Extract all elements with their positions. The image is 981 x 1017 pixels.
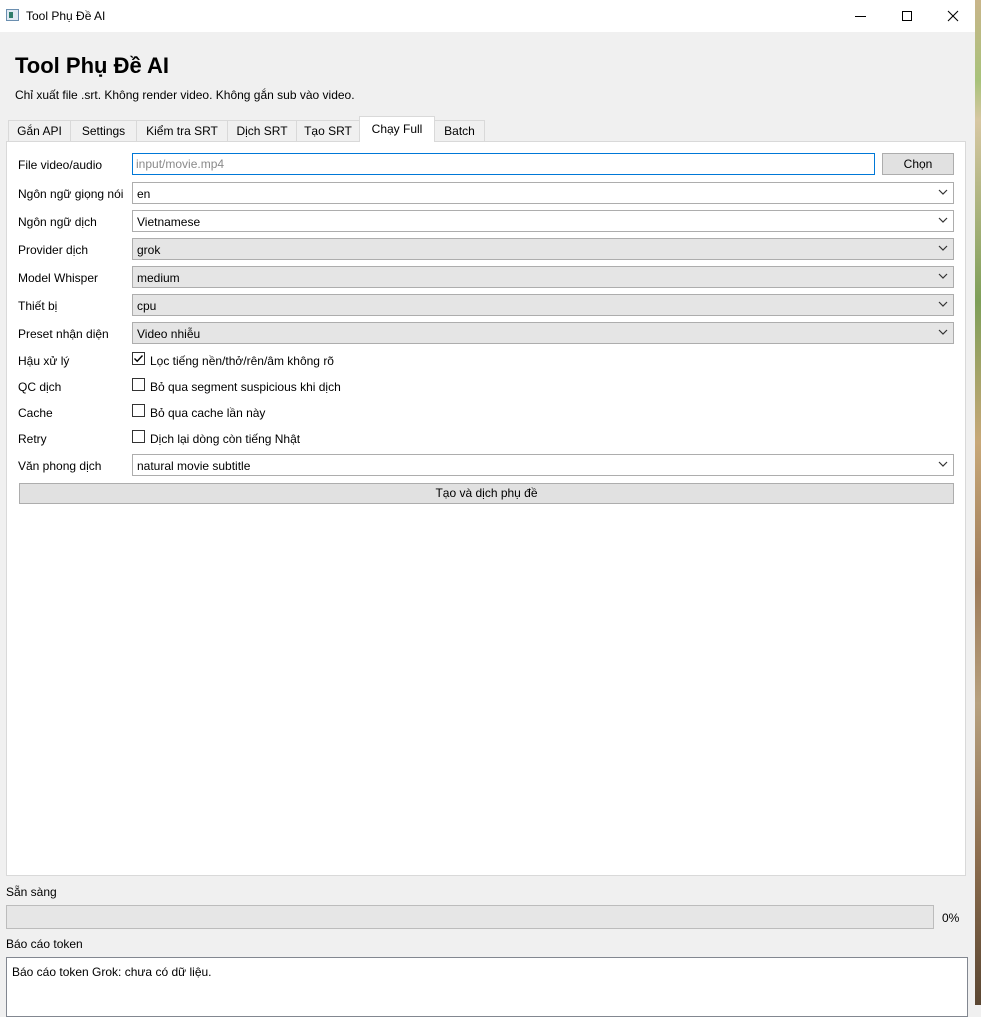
token-report-box[interactable]: Báo cáo token Grok: chưa có dữ liệu. [6,957,968,1017]
chevron-down-icon [938,245,948,251]
tab-kiem-tra-srt[interactable]: Kiểm tra SRT [136,120,228,141]
retry-label: Retry [18,432,47,446]
token-report-label: Báo cáo token [6,937,83,951]
title-bar: Tool Phụ Đề AI [0,0,975,32]
target-language-select[interactable]: Vietnamese [132,210,954,232]
model-select[interactable]: medium [132,266,954,288]
tab-tao-srt[interactable]: Tạo SRT [296,120,360,141]
device-value: cpu [137,299,157,313]
postprocess-text: Lọc tiếng nền/thở/rên/âm không rõ [150,354,334,368]
progress-percent: 0% [942,911,960,925]
chevron-down-icon [938,217,948,223]
tab-gan-api[interactable]: Gắn API [8,120,71,141]
choose-file-button[interactable]: Chọn [882,153,954,175]
chevron-down-icon [938,301,948,307]
provider-label: Provider dịch [18,243,89,257]
minimize-icon [855,16,866,17]
postprocess-label: Hậu xử lý [18,354,70,368]
retry-text: Dịch lại dòng còn tiếng Nhật [150,432,301,446]
device-label: Thiết bị [18,299,58,313]
run-full-button[interactable]: Tạo và dịch phụ đề [19,483,954,504]
provider-value: grok [137,243,161,257]
preset-value: Video nhiễu [137,327,201,341]
qc-text: Bỏ qua segment suspicious khi dịch [150,380,341,394]
tab-settings[interactable]: Settings [70,120,137,141]
checkmark-icon [134,355,144,363]
device-select[interactable]: cpu [132,294,954,316]
source-language-select[interactable]: en [132,182,954,204]
tab-batch[interactable]: Batch [434,120,485,141]
close-icon [947,10,959,22]
model-value: medium [137,271,180,285]
token-report-text: Báo cáo token Grok: chưa có dữ liệu. [12,965,212,979]
chevron-down-icon [938,273,948,279]
preset-label: Preset nhận diện [18,327,109,341]
chevron-down-icon [938,189,948,195]
style-label: Văn phong dịch [18,459,102,473]
retry-checkbox[interactable] [132,430,145,443]
tab-chay-full[interactable]: Chạy Full [359,116,435,142]
cache-label: Cache [18,406,53,420]
desktop-background [975,0,981,1005]
model-label: Model Whisper [18,271,99,285]
source-language-value: en [137,187,151,201]
qc-label: QC dịch [18,380,62,394]
page-title: Tool Phụ Đề AI [15,53,169,78]
cache-checkbox[interactable] [132,404,145,417]
chevron-down-icon [938,329,948,335]
target-language-label: Ngôn ngữ dịch [18,215,97,229]
maximize-icon [902,11,912,21]
source-language-label: Ngôn ngữ giọng nói [18,187,124,201]
preset-select[interactable]: Video nhiễu [132,322,954,344]
postprocess-checkbox[interactable] [132,352,145,365]
style-select[interactable]: natural movie subtitle [132,454,954,476]
status-text: Sẵn sàng [6,885,57,899]
file-input[interactable] [132,153,875,175]
maximize-button[interactable] [884,0,930,32]
progress-bar [6,905,934,929]
close-button[interactable] [930,0,976,32]
qc-checkbox[interactable] [132,378,145,391]
minimize-button[interactable] [838,0,884,32]
file-label: File video/audio [18,158,103,172]
page-subtitle: Chỉ xuất file .srt. Không render video. … [15,88,355,102]
target-language-value: Vietnamese [137,215,201,229]
provider-select[interactable]: grok [132,238,954,260]
window-title: Tool Phụ Đề AI [26,9,106,23]
chevron-down-icon [938,461,948,467]
tab-panel-chay-full: File video/audio Chọn Ngôn ngữ giọng nói… [6,141,966,876]
style-value: natural movie subtitle [137,459,251,473]
tab-dich-srt[interactable]: Dịch SRT [227,120,297,141]
app-icon [6,9,19,21]
cache-text: Bỏ qua cache lần này [150,406,266,420]
